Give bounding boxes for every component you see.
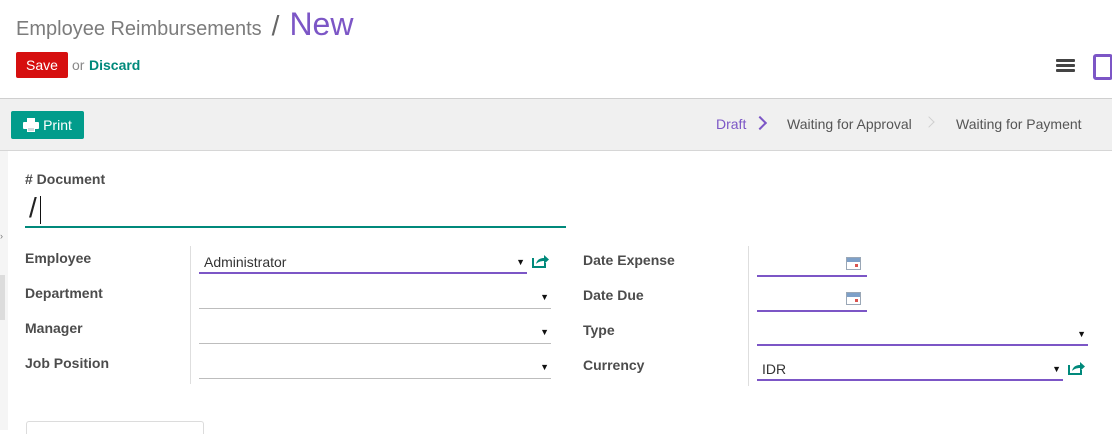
external-link-icon[interactable] — [531, 253, 549, 269]
caret-down-icon[interactable]: ▼ — [1052, 357, 1061, 381]
label-separator — [748, 246, 749, 386]
manager-label: Manager — [25, 320, 83, 336]
department-label: Department — [25, 285, 103, 301]
caret-down-icon[interactable]: ▼ — [540, 320, 549, 344]
statusbar: Print Draft Waiting for Approval Waiting… — [0, 99, 1112, 151]
caret-down-icon[interactable]: ▼ — [540, 285, 549, 309]
external-link-icon[interactable] — [1067, 360, 1085, 376]
chevron-right-icon — [923, 116, 935, 128]
document-label: # Document — [25, 171, 106, 187]
text-cursor — [40, 196, 41, 224]
type-select[interactable]: ▼ — [757, 322, 1088, 346]
hamburger-icon[interactable] — [1056, 59, 1075, 73]
scroll-handle[interactable] — [0, 275, 5, 320]
caret-down-icon[interactable]: ▼ — [540, 355, 549, 379]
notebook-tab[interactable] — [26, 421, 204, 434]
job-position-label: Job Position — [25, 355, 109, 371]
breadcrumb-separator: / — [271, 10, 280, 41]
department-select[interactable]: ▼ — [199, 285, 551, 309]
breadcrumb-current: New — [289, 6, 354, 42]
breadcrumb: Employee Reimbursements / New — [16, 6, 353, 43]
label-separator — [190, 246, 191, 384]
control-panel: Employee Reimbursements / New Save or Di… — [0, 0, 1112, 99]
employee-label: Employee — [25, 250, 92, 266]
job-position-select[interactable]: ▼ — [199, 355, 551, 379]
printer-icon — [23, 118, 40, 132]
print-button[interactable]: Print — [11, 111, 84, 139]
chevron-right-icon — [752, 115, 768, 131]
employee-select[interactable]: Administrator ▼ — [199, 250, 527, 274]
date-expense-label: Date Expense — [583, 252, 675, 268]
stage-draft[interactable]: Draft — [716, 116, 746, 132]
left-edge-strip: › — [0, 151, 8, 430]
employee-value: Administrator — [204, 254, 287, 270]
currency-select[interactable]: IDR ▼ — [757, 357, 1063, 381]
type-label: Type — [583, 322, 615, 338]
caret-down-icon[interactable]: ▼ — [516, 250, 525, 274]
document-input[interactable] — [25, 190, 566, 228]
manager-select[interactable]: ▼ — [199, 320, 551, 344]
currency-value: IDR — [762, 361, 787, 377]
mobile-device-icon[interactable] — [1093, 54, 1112, 80]
print-button-label: Print — [43, 117, 72, 133]
stage-waiting-for-approval[interactable]: Waiting for Approval — [787, 116, 912, 132]
caret-down-icon[interactable]: ▼ — [1077, 322, 1086, 346]
discard-link[interactable]: Discard — [89, 57, 140, 73]
calendar-icon[interactable] — [846, 292, 861, 305]
or-text: or — [72, 57, 85, 73]
currency-label: Currency — [583, 357, 645, 373]
stage-waiting-for-payment[interactable]: Waiting for Payment — [956, 116, 1082, 132]
breadcrumb-parent-link[interactable]: Employee Reimbursements — [16, 18, 262, 41]
calendar-icon[interactable] — [846, 257, 861, 270]
save-button[interactable]: Save — [16, 52, 68, 78]
edge-marker: › — [0, 231, 3, 241]
date-due-label: Date Due — [583, 287, 644, 303]
